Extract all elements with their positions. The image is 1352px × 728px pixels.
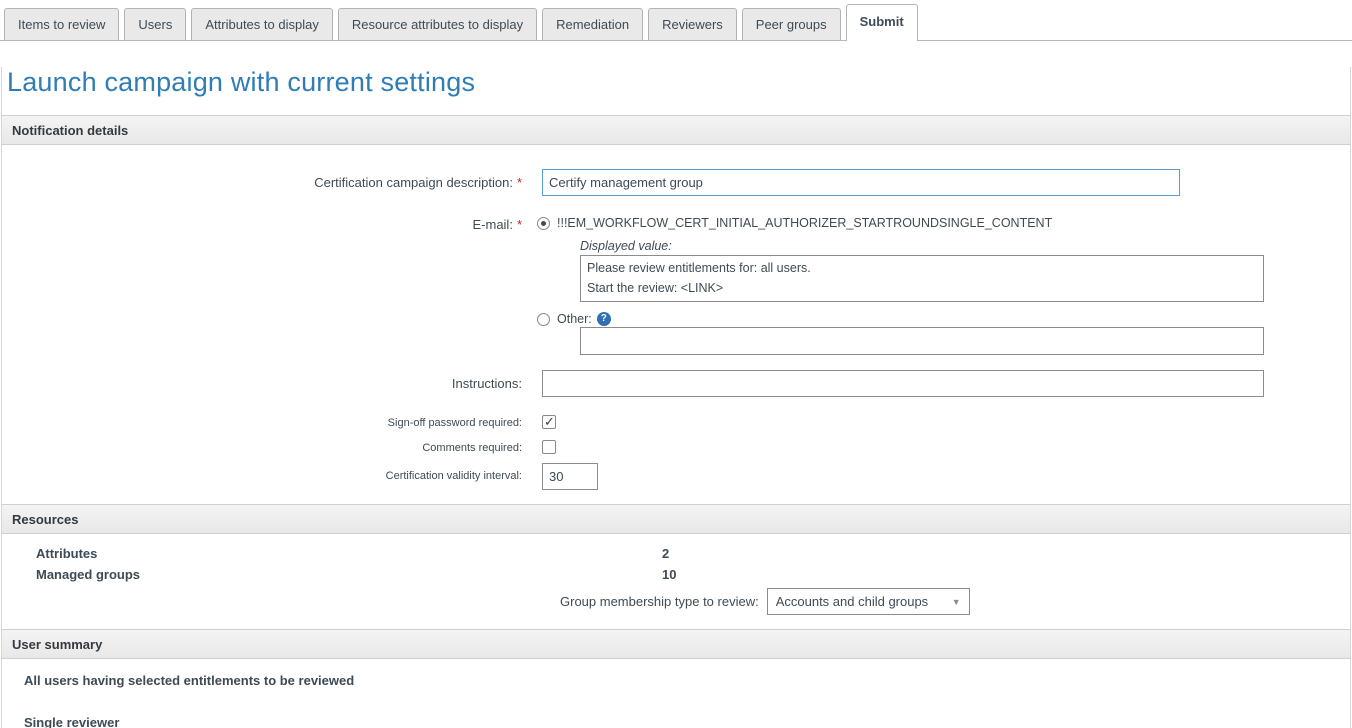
tab-attributes-to-display[interactable]: Attributes to display [191, 8, 332, 40]
signoff-password-checkbox[interactable] [542, 415, 556, 429]
validity-interval-input[interactable] [542, 463, 598, 490]
group-membership-selected-value: Accounts and child groups [776, 594, 928, 609]
signoff-password-row: Sign-off password required: [2, 415, 1350, 434]
section-header-notification-details: Notification details [2, 115, 1350, 145]
instructions-row: Instructions: [2, 370, 1350, 397]
displayed-value-textarea[interactable] [580, 255, 1264, 302]
campaign-description-input[interactable] [542, 169, 1180, 196]
email-template-preview-block: Displayed value: [580, 239, 1350, 307]
tab-users[interactable]: Users [124, 8, 186, 40]
user-summary-content: All users having selected entitlements t… [2, 659, 1350, 728]
user-summary-reviewer-line: Single reviewer [24, 715, 1350, 728]
section-header-user-summary: User summary [2, 629, 1350, 659]
managed-groups-label: Managed groups [2, 567, 662, 582]
submit-tab-panel: Launch campaign with current settings No… [1, 67, 1351, 728]
instructions-input[interactable] [542, 370, 1264, 397]
signoff-password-label: Sign-off password required: [388, 417, 522, 429]
email-other-option-row: Other: ? [537, 312, 1350, 326]
resources-attributes-row: Attributes 2 [2, 546, 1350, 561]
caret-down-icon: ▼ [952, 597, 961, 607]
email-other-label: Other: [557, 312, 592, 326]
tab-items-to-review[interactable]: Items to review [4, 8, 119, 40]
managed-groups-count: 10 [662, 567, 676, 582]
email-template-radio[interactable] [537, 217, 550, 230]
comments-required-label: Comments required: [422, 442, 522, 454]
attributes-label: Attributes [2, 546, 662, 561]
tab-resource-attributes-to-display[interactable]: Resource attributes to display [338, 8, 537, 40]
email-template-option-row: !!!EM_WORKFLOW_CERT_INITIAL_AUTHORIZER_S… [537, 216, 1350, 230]
tab-peer-groups[interactable]: Peer groups [742, 8, 841, 40]
help-icon[interactable]: ? [597, 312, 611, 326]
notification-details-form: Certification campaign description:* E-m… [2, 145, 1350, 504]
tab-submit[interactable]: Submit [846, 4, 918, 41]
tab-reviewers[interactable]: Reviewers [648, 8, 737, 40]
user-summary-scope-line: All users having selected entitlements t… [24, 673, 1350, 688]
group-membership-label: Group membership type to review: [560, 594, 759, 609]
page-title: Launch campaign with current settings [7, 67, 1350, 98]
email-label: E-mail: [472, 217, 512, 232]
campaign-description-label: Certification campaign description: [314, 175, 513, 190]
resources-managed-groups-row: Managed groups 10 [2, 567, 1350, 582]
email-row: E-mail:* !!!EM_WORKFLOW_CERT_INITIAL_AUT… [2, 216, 1350, 360]
comments-required-row: Comments required: [2, 440, 1350, 459]
email-other-textarea[interactable] [580, 327, 1264, 355]
group-membership-row: Group membership type to review: Account… [560, 588, 1350, 615]
resources-summary: Attributes 2 Managed groups 10 Group mem… [2, 534, 1350, 629]
validity-interval-label: Certification validity interval: [386, 470, 522, 482]
instructions-label: Instructions: [452, 376, 522, 391]
group-membership-select[interactable]: Accounts and child groups ▼ [767, 588, 970, 615]
attributes-count: 2 [662, 546, 669, 561]
campaign-description-row: Certification campaign description:* [2, 169, 1350, 196]
displayed-value-label: Displayed value: [580, 239, 1350, 253]
comments-required-checkbox[interactable] [542, 440, 556, 454]
wizard-tab-bar: Items to review Users Attributes to disp… [0, 0, 1352, 41]
validity-interval-row: Certification validity interval: [2, 463, 1350, 490]
email-other-radio[interactable] [537, 313, 550, 326]
section-header-resources: Resources [2, 504, 1350, 534]
email-template-option-label: !!!EM_WORKFLOW_CERT_INITIAL_AUTHORIZER_S… [557, 216, 1052, 230]
tab-remediation[interactable]: Remediation [542, 8, 643, 40]
